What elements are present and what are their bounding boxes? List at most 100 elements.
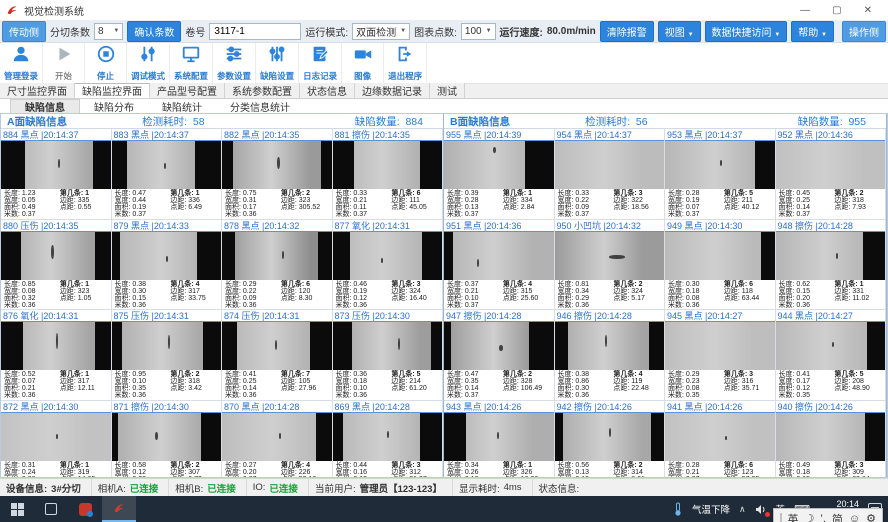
defect-thumbnail[interactable] [1,413,111,461]
defect-cell[interactable]: 884 黑点 |20:14:37长度: 1.23宽度: 0.05面积: 0.49… [1,129,112,220]
slit-count-select[interactable]: 8▼ [94,23,123,40]
toolbar-button-stop[interactable]: 停止 [85,43,127,83]
defect-thumbnail[interactable] [333,232,443,280]
defect-thumbnail[interactable] [1,232,111,280]
defect-cell[interactable]: 943 黑点 |20:14:26长度: 0.34宽度: 0.26面积: 0.10… [444,401,555,478]
defect-thumbnail[interactable] [776,232,886,280]
defect-cell[interactable]: 940 擦伤 |20:14:26长度: 0.49宽度: 0.18面积: 0.15… [776,401,887,478]
sub-tab[interactable]: 分类信息统计 [216,99,304,113]
operator-side-button[interactable]: 操作侧 [842,21,886,42]
toolbar-button-user[interactable]: 管理登录 [0,43,43,83]
sub-tab[interactable]: 缺陷分布 [80,99,148,113]
ime-emoji-icon[interactable]: ☺ [849,513,860,522]
defect-thumbnail[interactable] [776,413,886,461]
defect-cell[interactable]: 951 黑点 |20:14:36长度: 0.37宽度: 0.21面积: 0.10… [444,220,555,311]
main-tab[interactable]: 状态信息 [300,83,355,98]
view-menu-button[interactable]: 视图 ▼ [658,21,701,42]
toolbar-button-camera[interactable]: 图像 [342,43,384,83]
defect-thumbnail[interactable] [112,322,222,370]
ime-toolbar[interactable]: 英☽’,简☺⚙ [773,508,883,522]
confirm-count-button[interactable]: 确认条数 [127,21,181,42]
defect-cell[interactable]: 952 黑点 |20:14:36长度: 0.45宽度: 0.25面积: 0.14… [776,129,887,220]
defect-cell[interactable]: 879 黑点 |20:14:33长度: 0.38宽度: 0.30面积: 0.15… [112,220,223,311]
defect-thumbnail[interactable] [665,141,775,189]
defect-cell[interactable]: 870 黑点 |20:14:28长度: 0.27宽度: 0.20面积: 0.07… [222,401,333,478]
defect-cell[interactable]: 955 黑点 |20:14:39长度: 0.39宽度: 0.28面积: 0.13… [444,129,555,220]
ime-simplified-mode[interactable]: 简 [832,511,843,522]
defect-thumbnail[interactable] [222,413,332,461]
defect-cell[interactable]: 944 黑点 |20:14:27长度: 0.41宽度: 0.17面积: 0.12… [776,310,887,401]
toolbar-button-play[interactable]: 开始 [43,43,85,83]
defect-thumbnail[interactable] [555,141,665,189]
clear-alarm-button[interactable]: 清除报警 [600,21,654,42]
defect-thumbnail[interactable] [333,413,443,461]
data-shortcut-menu-button[interactable]: 数据快捷访问 ▼ [705,21,788,42]
ime-punctuation[interactable]: ’, [820,513,826,522]
defect-cell[interactable]: 945 黑点 |20:14:27长度: 0.29宽度: 0.23面积: 0.08… [665,310,776,401]
toolbar-button-params-sliders[interactable]: 参数设置 [213,43,256,83]
start-button[interactable] [0,496,34,522]
defect-thumbnail[interactable] [444,232,554,280]
defect-cell[interactable]: 881 擦伤 |20:14:35长度: 0.33宽度: 0.21面积: 0.11… [333,129,444,220]
defect-thumbnail[interactable] [112,141,222,189]
drive-side-button[interactable]: 传动侧 [2,21,46,42]
defect-cell[interactable]: 873 压伤 |20:14:30长度: 0.36宽度: 0.18面积: 0.10… [333,310,444,401]
defect-thumbnail[interactable] [776,322,886,370]
defect-cell[interactable]: 954 黑点 |20:14:37长度: 0.33宽度: 0.22面积: 0.09… [555,129,666,220]
defect-thumbnail[interactable] [112,232,222,280]
toolbar-button-defect-sliders[interactable]: 缺陷设置 [256,43,299,83]
defect-thumbnail[interactable] [1,322,111,370]
main-tab[interactable]: 测试 [430,83,465,98]
run-mode-select[interactable]: 双面检测▼ [352,23,410,40]
defect-cell[interactable]: 880 压伤 |20:14:35长度: 0.85宽度: 0.08面积: 0.32… [1,220,112,311]
defect-thumbnail[interactable] [222,141,332,189]
task-view-button[interactable] [34,496,68,522]
toolbar-button-debug-sliders[interactable]: 调试模式 [127,43,170,83]
defect-cell[interactable]: 953 黑点 |20:14:37长度: 0.28宽度: 0.19面积: 0.07… [665,129,776,220]
defect-cell[interactable]: 871 擦伤 |20:14:30长度: 0.58宽度: 0.12面积: 0.22… [112,401,223,478]
defect-thumbnail[interactable] [444,413,554,461]
pinned-app-button[interactable] [68,496,102,522]
defect-cell[interactable]: 948 擦伤 |20:14:28长度: 0.62宽度: 0.15面积: 0.20… [776,220,887,311]
defect-thumbnail[interactable] [665,413,775,461]
defect-thumbnail[interactable] [222,232,332,280]
defect-thumbnail[interactable] [222,322,332,370]
defect-thumbnail[interactable] [555,322,665,370]
defect-cell[interactable]: 875 压伤 |20:14:31长度: 0.95宽度: 0.10面积: 0.35… [112,310,223,401]
volume-icon[interactable] [755,504,767,515]
defect-cell[interactable]: 950 小凹坑 |20:14:32长度: 0.81宽度: 0.34面积: 0.2… [555,220,666,311]
defect-thumbnail[interactable] [333,322,443,370]
main-tab[interactable]: 缺陷监控界面 [75,83,150,98]
defect-cell[interactable]: 872 黑点 |20:14:30长度: 0.31宽度: 0.24面积: 0.08… [1,401,112,478]
roll-number-input[interactable] [209,23,301,40]
help-menu-button[interactable]: 帮助 ▼ [791,21,834,42]
main-tab[interactable]: 边缘数据记录 [355,83,430,98]
defect-cell[interactable]: 878 黑点 |20:14:32长度: 0.29宽度: 0.22面积: 0.09… [222,220,333,311]
defect-thumbnail[interactable] [444,141,554,189]
weather-tray-text[interactable]: 气温下降 [692,502,730,516]
ime-moon-icon[interactable]: ☽ [805,512,815,522]
defect-cell[interactable]: 883 黑点 |20:14:37长度: 0.47宽度: 0.44面积: 0.19… [112,129,223,220]
defect-thumbnail[interactable] [333,141,443,189]
toolbar-button-log[interactable]: 日志记录 [299,43,342,83]
maximize-button[interactable]: ▢ [832,5,841,16]
defect-cell[interactable]: 946 擦伤 |20:14:28长度: 0.38宽度: 0.86面积: 0.30… [555,310,666,401]
ime-english-mode[interactable]: 英 [788,511,799,522]
close-button[interactable]: ✕ [864,5,872,16]
defect-thumbnail[interactable] [665,322,775,370]
toolbar-button-exit[interactable]: 退出程序 [384,43,427,83]
defect-thumbnail[interactable] [444,322,554,370]
sub-tab[interactable]: 缺陷信息 [10,99,80,113]
ime-grip[interactable] [780,513,782,522]
defect-thumbnail[interactable] [555,413,665,461]
defect-cell[interactable]: 877 氧化 |20:14:31长度: 0.46宽度: 0.19面积: 0.12… [333,220,444,311]
defect-cell[interactable]: 869 黑点 |20:14:28长度: 0.44宽度: 0.16面积: 0.13… [333,401,444,478]
defect-cell[interactable]: 942 擦伤 |20:14:26长度: 0.56宽度: 0.13面积: 0.19… [555,401,666,478]
chart-points-select[interactable]: 100▼ [461,23,496,40]
defect-thumbnail[interactable] [555,232,665,280]
defect-cell[interactable]: 876 氧化 |20:14:31长度: 0.52宽度: 0.07面积: 0.21… [1,310,112,401]
main-tab[interactable]: 系统参数配置 [225,83,300,98]
minimize-button[interactable]: — [800,5,810,16]
defect-cell[interactable]: 941 黑点 |20:14:26长度: 0.28宽度: 0.21面积: 0.07… [665,401,776,478]
defect-cell[interactable]: 882 黑点 |20:14:35长度: 0.75宽度: 0.31面积: 0.17… [222,129,333,220]
